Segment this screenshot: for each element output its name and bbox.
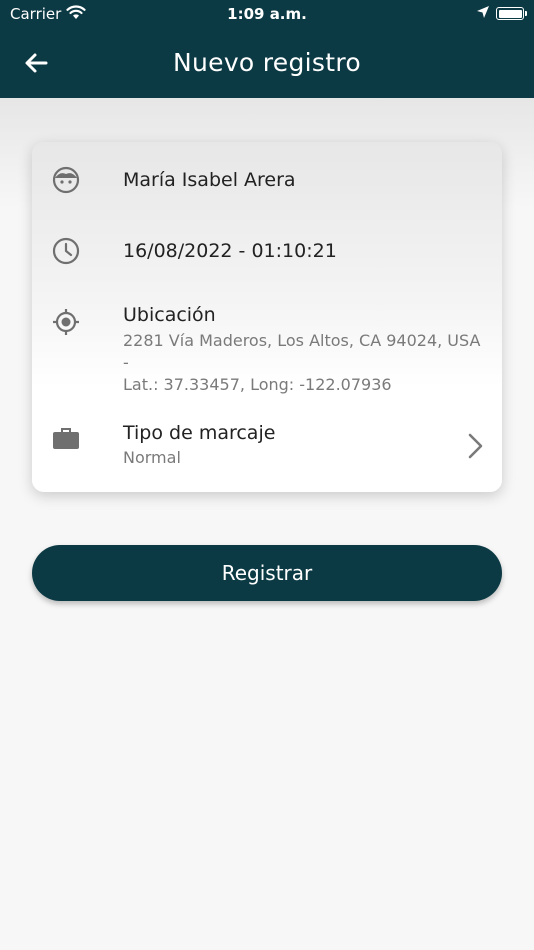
register-button[interactable]: Registrar xyxy=(32,545,502,601)
location-address: 2281 Vía Maderos, Los Altos, CA 94024, U… xyxy=(123,331,481,372)
location-arrow-icon xyxy=(476,5,490,23)
face-icon xyxy=(52,166,80,194)
app-header: Carrier 1:09 a.m. Nuevo registro xyxy=(0,0,534,98)
registration-card: María Isabel Arera 16/08/2022 - 01:10:21… xyxy=(32,142,502,492)
page-title: Nuevo registro xyxy=(173,48,361,77)
mark-type-label: Tipo de marcaje xyxy=(123,422,276,444)
status-bar: Carrier 1:09 a.m. xyxy=(0,0,534,28)
briefcase-icon xyxy=(52,424,80,452)
user-name: María Isabel Arera xyxy=(123,169,296,191)
location-coords: Lat.: 37.33457, Long: -122.07936 xyxy=(123,375,392,394)
chevron-right-icon xyxy=(466,432,484,460)
status-time: 1:09 a.m. xyxy=(227,5,307,23)
battery-icon xyxy=(496,7,527,20)
user-row: María Isabel Arera xyxy=(32,164,502,200)
mark-type-value: Normal xyxy=(123,448,181,467)
datetime-row: 16/08/2022 - 01:10:21 xyxy=(32,235,502,271)
location-label: Ubicación xyxy=(123,304,216,326)
mark-type-row[interactable]: Tipo de marcaje Normal xyxy=(32,420,502,476)
clock-icon xyxy=(52,237,80,265)
crosshair-icon xyxy=(52,308,80,336)
datetime-value: 16/08/2022 - 01:10:21 xyxy=(123,240,337,262)
location-row: Ubicación 2281 Vía Maderos, Los Altos, C… xyxy=(32,302,502,394)
